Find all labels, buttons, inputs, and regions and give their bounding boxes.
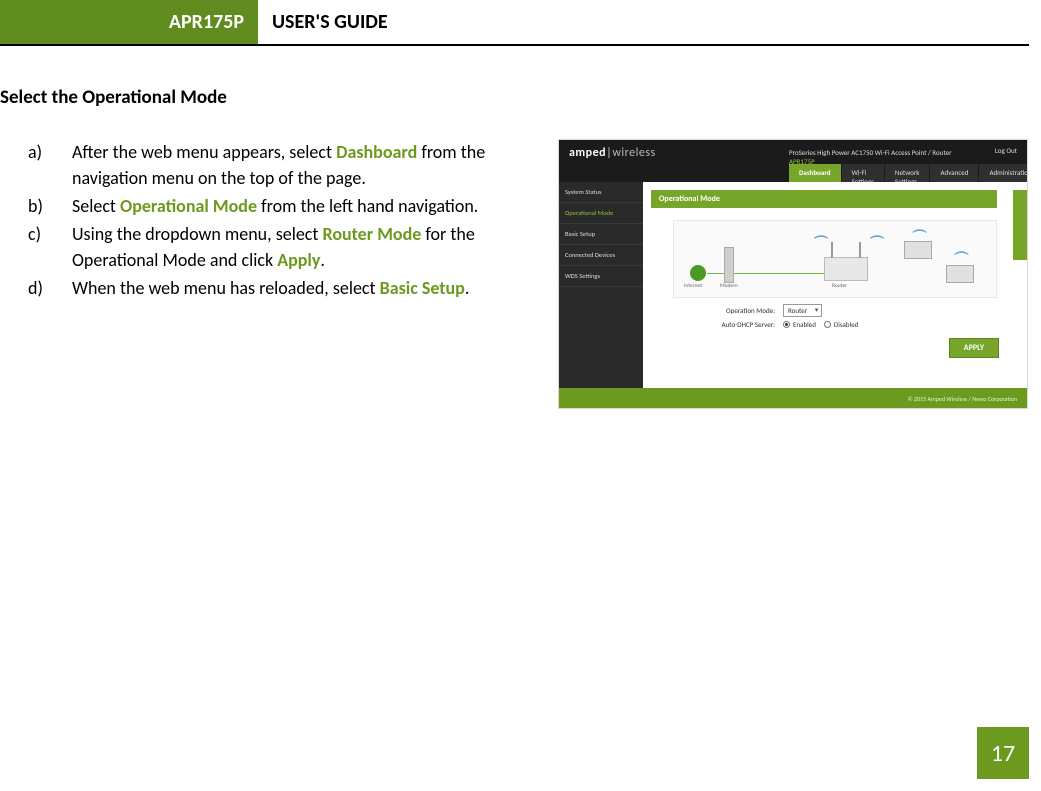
step-marker: d) bbox=[28, 275, 72, 301]
top-nav-item[interactable]: Advanced bbox=[930, 164, 979, 182]
step-text: Using the dropdown menu, select Router M… bbox=[72, 221, 540, 273]
step-item: c)Using the dropdown menu, select Router… bbox=[28, 221, 540, 273]
document-header: APR175P USER'S GUIDE bbox=[0, 0, 1029, 46]
modem-icon bbox=[724, 247, 734, 283]
top-nav-item[interactable]: Dashboard bbox=[789, 164, 842, 182]
page-content: Select the Operational Mode a)After the … bbox=[0, 46, 1041, 409]
step-item: d)When the web menu has reloaded, select… bbox=[28, 275, 540, 301]
radio-enabled[interactable] bbox=[783, 321, 790, 328]
radio-disabled[interactable] bbox=[824, 321, 831, 328]
screenshot-figure: amped|wireless ProSeries High Power AC17… bbox=[558, 139, 1028, 409]
side-nav: System StatusOperational ModeBasic Setup… bbox=[559, 182, 643, 388]
header-model: APR175P bbox=[0, 0, 258, 44]
shot-header: amped|wireless ProSeries High Power AC17… bbox=[559, 140, 1027, 182]
step-item: b)Select Operational Mode from the left … bbox=[28, 193, 540, 219]
router-icon bbox=[824, 257, 868, 281]
brand-wireless: wireless bbox=[612, 146, 655, 160]
section-title: Select the Operational Mode bbox=[0, 86, 1041, 109]
wifi-wave-icon: ⏜ bbox=[814, 235, 827, 252]
dhcp-label: Auto-DHCP Server: bbox=[673, 320, 783, 329]
side-nav-item[interactable]: Operational Mode bbox=[559, 203, 643, 224]
step-text: After the web menu appears, select Dashb… bbox=[72, 139, 540, 191]
top-nav: DashboardWi-Fi SettingsNetwork SettingsA… bbox=[789, 164, 1027, 182]
op-mode-select[interactable]: Router bbox=[783, 304, 822, 317]
step-marker: c) bbox=[28, 221, 72, 273]
logout-link[interactable]: Log Out bbox=[995, 146, 1017, 155]
side-nav-item[interactable]: Connected Devices bbox=[559, 245, 643, 266]
op-mode-label: Operation Mode: bbox=[673, 306, 783, 315]
step-marker: b) bbox=[28, 193, 72, 219]
step-item: a)After the web menu appears, select Das… bbox=[28, 139, 540, 191]
panel-title: Operational Mode bbox=[651, 190, 997, 208]
top-nav-item[interactable]: Wi-Fi Settings bbox=[842, 164, 885, 182]
laptop-icon bbox=[946, 265, 974, 283]
header-title: USER'S GUIDE bbox=[258, 0, 402, 44]
brand: amped|wireless bbox=[569, 146, 656, 160]
settings-form: Operation Mode: Router Auto-DHCP Server:… bbox=[673, 304, 997, 329]
side-nav-item[interactable]: System Status bbox=[559, 182, 643, 203]
page-number: 17 bbox=[977, 727, 1029, 779]
globe-icon bbox=[690, 265, 706, 281]
step-text: When the web menu has reloaded, select B… bbox=[72, 275, 540, 301]
side-nav-item[interactable]: Basic Setup bbox=[559, 224, 643, 245]
side-nav-item[interactable]: WDS Settings bbox=[559, 266, 643, 287]
brand-amped: amped bbox=[569, 146, 606, 160]
top-nav-item[interactable]: Network Settings bbox=[885, 164, 931, 182]
steps-list: a)After the web menu appears, select Das… bbox=[0, 139, 540, 304]
laptop-icon bbox=[904, 241, 932, 259]
wifi-wave-icon: ⏜ bbox=[870, 235, 883, 252]
step-marker: a) bbox=[28, 139, 72, 191]
shot-footer: © 2015 Amped Wireless / Newo Corporation bbox=[559, 388, 1027, 409]
top-nav-item[interactable]: Administration bbox=[979, 164, 1028, 182]
network-diagram: ⏜ ⏜ ⏜ ⏜ Internet Modem Router bbox=[673, 220, 997, 298]
shot-main: Operational Mode ⏜ ⏜ ⏜ ⏜ In bbox=[643, 182, 1027, 388]
step-text: Select Operational Mode from the left ha… bbox=[72, 193, 540, 219]
help-tab[interactable] bbox=[1013, 190, 1027, 260]
apply-button[interactable]: APPLY bbox=[949, 338, 999, 358]
